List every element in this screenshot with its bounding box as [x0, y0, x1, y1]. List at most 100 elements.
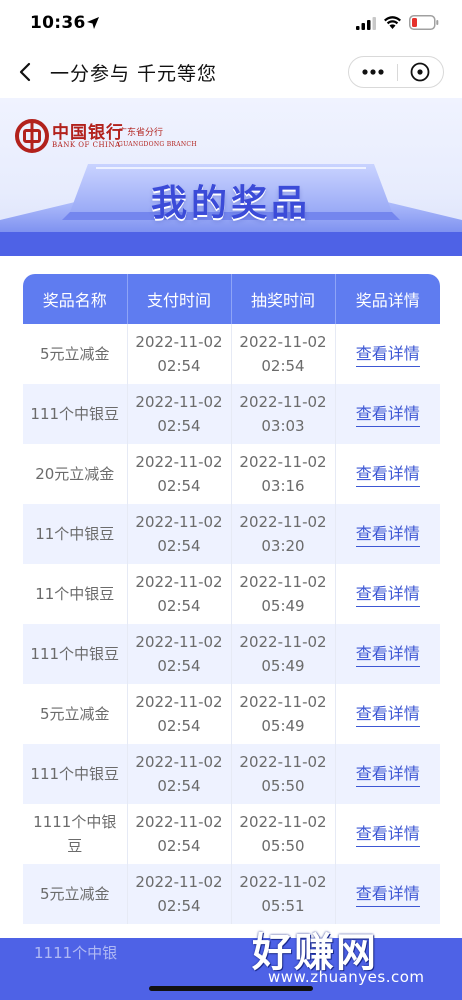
prize-name: 11个中银豆: [23, 564, 128, 624]
pay-time-text: 02:54: [157, 357, 201, 375]
draw-time-text: 03:03: [261, 417, 305, 435]
draw-date-text: 2022-11-02: [239, 693, 327, 711]
pay-date-text: 2022-11-02: [135, 633, 223, 651]
pay-time: 2022-11-02 02:54: [127, 684, 232, 744]
detail-cell: 查看详情: [335, 444, 440, 504]
header-draw-time: 抽奖时间: [231, 274, 336, 324]
back-arrow-icon[interactable]: [18, 62, 34, 82]
prize-name: 111个中银豆: [23, 744, 128, 804]
page-title: 一分参与 千元等您: [50, 63, 218, 85]
next-row-peek-text: 1111个中银: [34, 944, 118, 962]
draw-time-text: 05:51: [261, 897, 305, 915]
prize-name: 5元立减金: [23, 684, 128, 744]
pay-time: 2022-11-02 02:54: [127, 384, 232, 444]
nav-bar: 一分参与 千元等您: [0, 46, 462, 98]
pay-time: 2022-11-02 02:54: [127, 504, 232, 564]
table-row: 111个中银豆 2022-11-02 02:54 2022-11-02 05:50 …: [23, 744, 440, 804]
pay-date-text: 2022-11-02: [135, 513, 223, 531]
view-detail-link[interactable]: 查看详情: [355, 584, 420, 607]
prize-table: 奖品名称 支付时间 抽奖时间 奖品详情 5元立减金 2022-11-02 02:5…: [23, 274, 440, 924]
app-screen: 10:36 一分参与 千元等您 中国银行 BANK OF CHINA 广东省分行…: [0, 0, 462, 1000]
draw-time: 2022-11-02 05:50: [231, 804, 336, 864]
table-header-row: 奖品名称 支付时间 抽奖时间 奖品详情: [23, 274, 440, 324]
pay-date-text: 2022-11-02: [135, 753, 223, 771]
view-detail-link[interactable]: 查看详情: [355, 824, 420, 847]
draw-time-text: 05:50: [261, 837, 305, 855]
view-detail-link[interactable]: 查看详情: [355, 404, 420, 427]
draw-time-text: 05:49: [261, 657, 305, 675]
location-arrow-icon: [87, 17, 99, 29]
draw-time: 2022-11-02 05:51: [231, 864, 336, 924]
table-row: 20元立减金 2022-11-02 02:54 2022-11-02 03:16 查…: [23, 444, 440, 504]
bank-name-cn: 中国银行: [52, 123, 124, 143]
draw-time: 2022-11-02 05:49: [231, 564, 336, 624]
prize-name: 5元立减金: [23, 864, 128, 924]
bank-name-en: BANK OF CHINA: [52, 141, 121, 149]
detail-cell: 查看详情: [335, 804, 440, 864]
pay-time-text: 02:54: [157, 597, 201, 615]
bank-of-china-logo-icon: [15, 119, 49, 153]
draw-time-text: 03:16: [261, 477, 305, 495]
pay-time: 2022-11-02 02:54: [127, 564, 232, 624]
table-row: 1111个中银豆 2022-11-02 02:54 2022-11-02 05:50…: [23, 804, 440, 864]
wifi-icon: [384, 16, 401, 29]
status-time: 10:36: [30, 13, 86, 33]
detail-cell: 查看详情: [335, 864, 440, 924]
table-row: 11个中银豆 2022-11-02 02:54 2022-11-02 05:49 查…: [23, 564, 440, 624]
detail-cell: 查看详情: [335, 744, 440, 804]
branch-name-en: GUANGDONG BRANCH: [118, 141, 197, 148]
mini-program-capsule: [348, 56, 444, 88]
table-row: 111个中银豆 2022-11-02 02:54 2022-11-02 03:03 …: [23, 384, 440, 444]
pay-date-text: 2022-11-02: [135, 333, 223, 351]
prize-name: 11个中银豆: [23, 504, 128, 564]
view-detail-link[interactable]: 查看详情: [355, 524, 420, 547]
pay-time: 2022-11-02 02:54: [127, 444, 232, 504]
close-circle-icon[interactable]: [398, 57, 444, 87]
pay-time: 2022-11-02 02:54: [127, 864, 232, 924]
detail-cell: 查看详情: [335, 624, 440, 684]
draw-date-text: 2022-11-02: [239, 753, 327, 771]
pay-time: 2022-11-02 02:54: [127, 624, 232, 684]
pay-date-text: 2022-11-02: [135, 813, 223, 831]
pay-date-text: 2022-11-02: [135, 873, 223, 891]
prize-name: 1111个中银豆: [23, 804, 128, 864]
view-detail-link[interactable]: 查看详情: [355, 344, 420, 367]
pay-time-text: 02:54: [157, 897, 201, 915]
draw-time: 2022-11-02 05:49: [231, 684, 336, 744]
header-prize-name: 奖品名称: [23, 274, 128, 324]
table-row: 11个中银豆 2022-11-02 02:54 2022-11-02 03:20 查…: [23, 504, 440, 564]
prize-name: 111个中银豆: [23, 624, 128, 684]
prize-table-container[interactable]: 奖品名称 支付时间 抽奖时间 奖品详情 5元立减金 2022-11-02 02:5…: [23, 274, 440, 994]
pay-time-text: 02:54: [157, 537, 201, 555]
pay-date-text: 2022-11-02: [135, 453, 223, 471]
draw-time-text: 05:49: [261, 717, 305, 735]
draw-date-text: 2022-11-02: [239, 393, 327, 411]
pay-time-text: 02:54: [157, 417, 201, 435]
view-detail-link[interactable]: 查看详情: [355, 764, 420, 787]
pay-time: 2022-11-02 02:54: [127, 804, 232, 864]
draw-time-text: 05:49: [261, 597, 305, 615]
pay-date-text: 2022-11-02: [135, 693, 223, 711]
view-detail-link[interactable]: 查看详情: [355, 464, 420, 487]
view-detail-link[interactable]: 查看详情: [355, 704, 420, 727]
draw-date-text: 2022-11-02: [239, 573, 327, 591]
prize-name: 111个中银豆: [23, 384, 128, 444]
header-pay-time: 支付时间: [127, 274, 232, 324]
view-detail-link[interactable]: 查看详情: [355, 884, 420, 907]
prize-name: 20元立减金: [23, 444, 128, 504]
view-detail-link[interactable]: 查看详情: [355, 644, 420, 667]
pay-time: 2022-11-02 02:54: [127, 744, 232, 804]
more-dots-icon[interactable]: [349, 57, 397, 87]
home-indicator[interactable]: [149, 986, 313, 991]
detail-cell: 查看详情: [335, 324, 440, 384]
branch-name-cn: 广东省分行: [118, 128, 164, 138]
pay-time-text: 02:54: [157, 477, 201, 495]
draw-time-text: 02:54: [261, 357, 305, 375]
watermark-url: www.zhuanyes.com: [268, 968, 425, 986]
draw-time: 2022-11-02 05:49: [231, 624, 336, 684]
draw-date-text: 2022-11-02: [239, 333, 327, 351]
pay-date-text: 2022-11-02: [135, 393, 223, 411]
draw-time-text: 05:50: [261, 777, 305, 795]
draw-time: 2022-11-02 05:50: [231, 744, 336, 804]
table-row: 5元立减金 2022-11-02 02:54 2022-11-02 05:51 查看…: [23, 864, 440, 924]
